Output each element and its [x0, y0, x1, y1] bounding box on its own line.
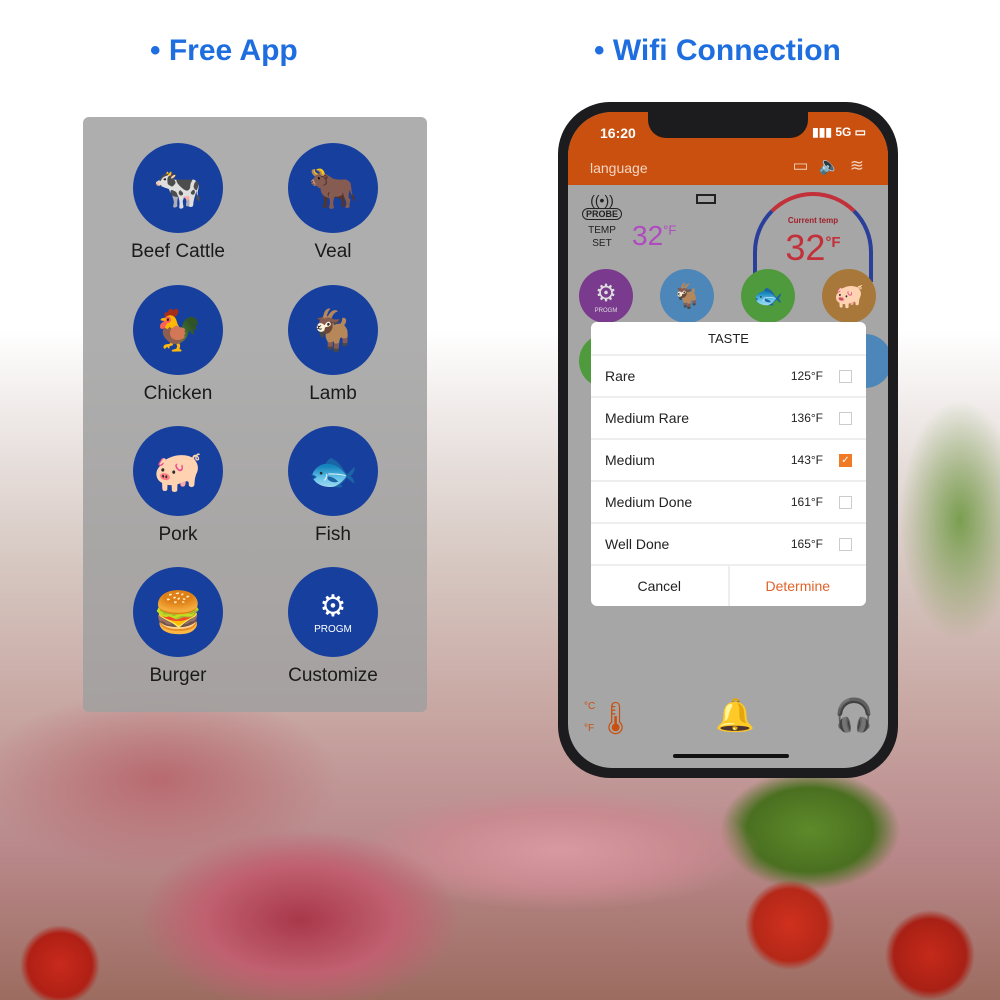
chicken-icon: 🐓 [133, 285, 223, 375]
taste-option-rare[interactable]: Rare 125°F [591, 356, 866, 398]
status-signal: ▮▮▮ 5G ▭ [812, 125, 866, 139]
cow-icon: 🐄 [133, 143, 223, 233]
home-indicator[interactable] [673, 754, 789, 758]
language-button[interactable]: language [590, 160, 648, 176]
category-fish[interactable]: 🐟 Fish [263, 426, 403, 546]
category-customize[interactable]: ⚙ PROGM Customize [263, 567, 403, 687]
burger-icon: 🍔 [133, 567, 223, 657]
fish-icon: 🐟 [288, 426, 378, 516]
category-veal[interactable]: 🐂 Veal [263, 143, 403, 263]
unit-toggle-button[interactable]: °C °F 🌡 [584, 696, 636, 740]
notch [648, 112, 808, 138]
gears-icon: ⚙ [595, 279, 617, 307]
category-beef-cattle[interactable]: 🐄 Beef Cattle [108, 143, 248, 263]
dialog-title: TASTE [591, 322, 866, 356]
taste-option-well-done[interactable]: Well Done 165°F [591, 524, 866, 566]
pig-icon: 🐖 [133, 426, 223, 516]
goat-icon: 🐐 [288, 285, 378, 375]
heading-wifi: • Wifi Connection [594, 34, 841, 67]
checkbox[interactable] [839, 411, 852, 425]
probe-indicator[interactable]: ((•)) PROBE TEMP SET [582, 192, 623, 250]
antenna-icon: ((•)) [590, 192, 614, 208]
goat-icon: 🐐 [672, 282, 702, 310]
header-icons: ▭🔈≋ [793, 156, 874, 176]
lamb-button[interactable]: 🐐 [660, 269, 714, 323]
fish-button[interactable]: 🐟 [741, 269, 795, 323]
checkbox[interactable] [839, 537, 852, 551]
speaker-icon[interactable]: 🔈 [819, 156, 850, 175]
progm-button[interactable]: ⚙ PROGM [579, 269, 633, 323]
taste-dialog: TASTE Rare 125°F Medium Rare 136°F Medium 1… [591, 322, 866, 606]
battery-icon: ▭ [792, 156, 819, 175]
set-temp[interactable]: 32°F [632, 220, 676, 252]
taste-option-medium[interactable]: Medium 143°F ✓ [591, 440, 866, 482]
category-panel: 🐄 Beef Cattle 🐂 Veal 🐓 Chicken 🐐 Lamb 🐖 Pork … [83, 117, 427, 712]
calf-icon: 🐂 [288, 143, 378, 233]
thermometer-icon: 🌡 [595, 700, 636, 736]
taste-option-medium-done[interactable]: Medium Done 161°F [591, 482, 866, 524]
gears-icon: ⚙ PROGM [288, 567, 378, 657]
bell-icon[interactable]: 🔔 [715, 696, 755, 740]
category-pork[interactable]: 🐖 Pork [108, 426, 248, 546]
app-screen: 16:20 ▮▮▮ 5G ▭ language ▭🔈≋ ((•)) PROBE … [568, 112, 888, 768]
app-header: 16:20 ▮▮▮ 5G ▭ language ▭🔈≋ [568, 112, 888, 185]
cancel-button[interactable]: Cancel [591, 566, 730, 606]
probe-battery-icon [696, 194, 716, 204]
determine-button[interactable]: Determine [730, 566, 867, 606]
phone: 16:20 ▮▮▮ 5G ▭ language ▭🔈≋ ((•)) PROBE … [558, 102, 898, 778]
taste-option-medium-rare[interactable]: Medium Rare 136°F [591, 398, 866, 440]
category-lamb[interactable]: 🐐 Lamb [263, 285, 403, 405]
status-time: 16:20 [600, 125, 636, 141]
checkbox[interactable] [839, 495, 852, 509]
checkbox-checked[interactable]: ✓ [839, 453, 852, 467]
wifi-icon[interactable]: ≋ [850, 156, 874, 175]
checkbox[interactable] [839, 369, 852, 383]
support-icon[interactable]: 🎧 [834, 696, 874, 740]
category-burger[interactable]: 🍔 Burger [108, 567, 248, 687]
pig-icon: 🐖 [834, 282, 864, 310]
fish-icon: 🐟 [753, 282, 783, 310]
pork-button[interactable]: 🐖 [822, 269, 876, 323]
category-chicken[interactable]: 🐓 Chicken [108, 285, 248, 405]
heading-free-app: • Free App [150, 34, 298, 67]
